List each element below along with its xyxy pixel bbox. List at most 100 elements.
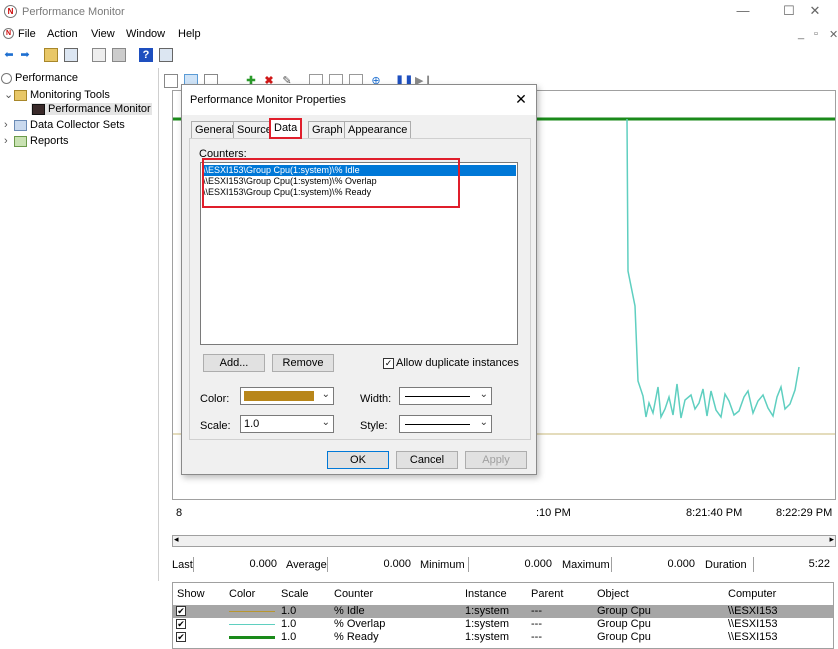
console-tree: Performance ⌄ Monitoring Tools Performanc… bbox=[0, 68, 158, 581]
perfmon-node-icon bbox=[1, 72, 12, 84]
chevron-right-icon[interactable]: › bbox=[4, 119, 14, 131]
scroll-left-icon[interactable]: ◂ bbox=[174, 534, 179, 545]
export-list-icon[interactable] bbox=[92, 48, 106, 62]
chevron-down-icon: ⌄ bbox=[321, 417, 330, 428]
tab-data[interactable]: Data bbox=[269, 118, 303, 139]
folder-icon bbox=[14, 89, 27, 101]
menu-bar: N File Action View Window Help _ ▫ ✕ bbox=[0, 25, 838, 44]
action-pane-icon[interactable] bbox=[159, 48, 173, 62]
object-cell: Group Cpu bbox=[597, 618, 651, 630]
mdi-close-button[interactable]: ✕ bbox=[829, 28, 838, 41]
scroll-right-icon[interactable]: ▸ bbox=[829, 534, 834, 545]
scale-select[interactable]: 1.0 ⌄ bbox=[240, 415, 334, 433]
idle-color-line bbox=[229, 611, 275, 612]
computer-cell: \\ESXI153 bbox=[728, 618, 778, 630]
color-select[interactable]: ⌄ bbox=[240, 387, 334, 405]
average-label: Average bbox=[286, 559, 327, 571]
tree-item-performance-monitor[interactable]: Performance Monitor bbox=[31, 103, 152, 115]
mdi-restore-button[interactable]: ▫ bbox=[814, 28, 818, 40]
table-row[interactable]: ✔ 1.0 % Idle 1:system --- Group Cpu \\ES… bbox=[173, 605, 833, 618]
color-swatch bbox=[244, 391, 314, 401]
minimum-value: 0.000 bbox=[468, 557, 554, 572]
menu-file[interactable]: File bbox=[18, 28, 36, 40]
column-header-parent[interactable]: Parent bbox=[531, 588, 563, 600]
chevron-right-icon[interactable]: › bbox=[4, 135, 14, 147]
cancel-button[interactable]: Cancel bbox=[396, 451, 458, 469]
style-label: Style: bbox=[360, 420, 388, 432]
tree-item-label: Reports bbox=[30, 135, 69, 147]
dialog-close-button[interactable]: ✕ bbox=[512, 90, 530, 108]
forward-arrow-icon[interactable]: ➡ bbox=[18, 48, 32, 62]
show-checkbox[interactable]: ✔ bbox=[176, 619, 186, 629]
show-checkbox[interactable]: ✔ bbox=[176, 632, 186, 642]
table-row[interactable]: ✔ 1.0 % Overlap 1:system --- Group Cpu \… bbox=[173, 618, 833, 631]
tab-general[interactable]: General bbox=[191, 121, 239, 138]
allow-duplicates-checkbox[interactable]: ✓ bbox=[383, 358, 394, 369]
legend-color-swatch bbox=[229, 611, 275, 612]
table-row[interactable]: ✔ 1.0 % Ready 1:system --- Group Cpu \\E… bbox=[173, 631, 833, 644]
main-toolbar: ⬅ ➡ ? bbox=[0, 46, 838, 66]
menu-view[interactable]: View bbox=[91, 28, 115, 40]
tab-graph[interactable]: Graph bbox=[308, 121, 347, 138]
add-counter-button[interactable]: Add... bbox=[203, 354, 265, 372]
instance-cell: 1:system bbox=[465, 605, 510, 617]
object-cell: Group Cpu bbox=[597, 631, 651, 643]
column-header-show[interactable]: Show bbox=[177, 588, 205, 600]
up-folder-icon[interactable] bbox=[44, 48, 58, 62]
column-header-object[interactable]: Object bbox=[597, 588, 629, 600]
object-cell: Group Cpu bbox=[597, 605, 651, 617]
minimum-label: Minimum bbox=[420, 559, 465, 571]
chevron-down-icon: ⌄ bbox=[321, 389, 330, 400]
legend-color-swatch bbox=[229, 624, 275, 625]
minimize-button[interactable]: — bbox=[720, 2, 766, 22]
apply-button[interactable]: Apply bbox=[465, 451, 527, 469]
menu-window[interactable]: Window bbox=[126, 28, 165, 40]
maximum-value: 0.000 bbox=[611, 557, 697, 572]
computer-cell: \\ESXI153 bbox=[728, 605, 778, 617]
maximum-label: Maximum bbox=[562, 559, 610, 571]
scale-cell: 1.0 bbox=[281, 618, 297, 630]
tree-item-performance[interactable]: Performance bbox=[1, 72, 78, 84]
column-header-instance[interactable]: Instance bbox=[465, 588, 507, 600]
column-header-scale[interactable]: Scale bbox=[281, 588, 309, 600]
print-icon[interactable] bbox=[112, 48, 126, 62]
x-axis-tick: 8:21:40 PM bbox=[686, 507, 743, 519]
mdi-system-icon[interactable]: N bbox=[3, 28, 14, 39]
tree-item-label: Data Collector Sets bbox=[30, 119, 125, 131]
statistics-bar: Last 0.000 Average 0.000 Minimum 0.000 M… bbox=[159, 556, 838, 574]
show-hide-tree-icon[interactable] bbox=[64, 48, 78, 62]
show-checkbox[interactable]: ✔ bbox=[176, 606, 186, 616]
remove-counter-button[interactable]: Remove bbox=[272, 354, 334, 372]
scale-cell: 1.0 bbox=[281, 605, 297, 617]
graph-horizontal-scrollbar[interactable]: ◂ ▸ bbox=[172, 534, 836, 547]
tree-item-reports[interactable]: › Reports bbox=[4, 135, 69, 147]
column-header-color[interactable]: Color bbox=[229, 588, 255, 600]
column-header-counter[interactable]: Counter bbox=[334, 588, 373, 600]
x-axis-tick: :10 PM bbox=[536, 507, 571, 519]
view-current-activity-icon[interactable] bbox=[164, 74, 178, 88]
chevron-down-icon: ⌄ bbox=[479, 389, 488, 400]
tree-item-label: Monitoring Tools bbox=[30, 89, 110, 101]
style-line-preview bbox=[405, 424, 470, 425]
mdi-minimize-button[interactable]: _ bbox=[798, 28, 804, 40]
style-select[interactable]: ⌄ bbox=[399, 415, 492, 433]
chevron-down-icon[interactable]: ⌄ bbox=[4, 88, 14, 101]
menu-help[interactable]: Help bbox=[178, 28, 201, 40]
data-collector-icon bbox=[14, 119, 27, 131]
instance-cell: 1:system bbox=[465, 631, 510, 643]
x-axis-tick: 8:22:29 PM bbox=[776, 507, 833, 519]
scale-cell: 1.0 bbox=[281, 631, 297, 643]
width-label: Width: bbox=[360, 393, 392, 405]
width-select[interactable]: ⌄ bbox=[399, 387, 492, 405]
duration-label: Duration bbox=[705, 559, 747, 571]
ok-button[interactable]: OK bbox=[327, 451, 389, 469]
tree-item-data-collector-sets[interactable]: › Data Collector Sets bbox=[4, 119, 125, 131]
tree-item-label: Performance Monitor bbox=[48, 103, 151, 115]
tree-item-monitoring-tools[interactable]: ⌄ Monitoring Tools bbox=[4, 88, 110, 101]
back-arrow-icon[interactable]: ⬅ bbox=[2, 48, 16, 62]
column-header-computer[interactable]: Computer bbox=[728, 588, 776, 600]
help-icon[interactable]: ? bbox=[139, 48, 153, 62]
close-button[interactable]: ✕ bbox=[792, 2, 838, 22]
menu-action[interactable]: Action bbox=[47, 28, 78, 40]
tab-appearance[interactable]: Appearance bbox=[344, 121, 412, 138]
